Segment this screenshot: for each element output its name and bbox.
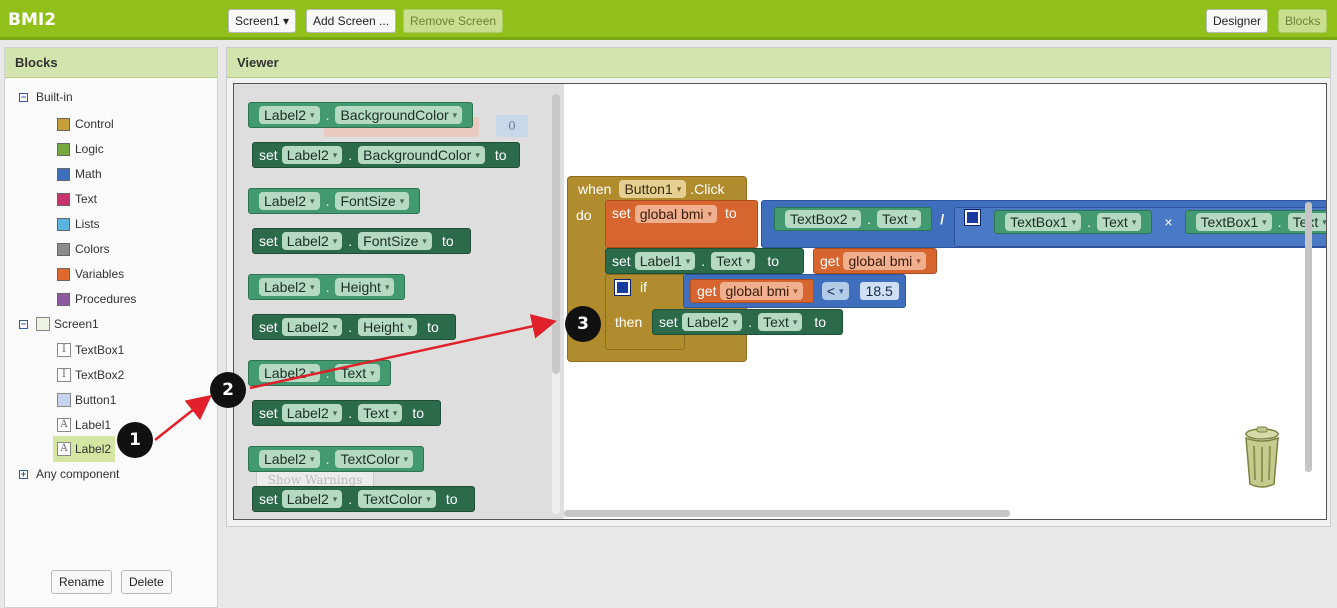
annotation-badge-1: 1 [117,422,153,458]
annotation-badge-3: 3 [565,306,601,342]
arrow-1-to-2 [154,394,212,441]
annotation-arrows [154,314,557,441]
arrow-2-to-3 [249,314,557,390]
annotation-badge-2: 2 [210,372,246,408]
